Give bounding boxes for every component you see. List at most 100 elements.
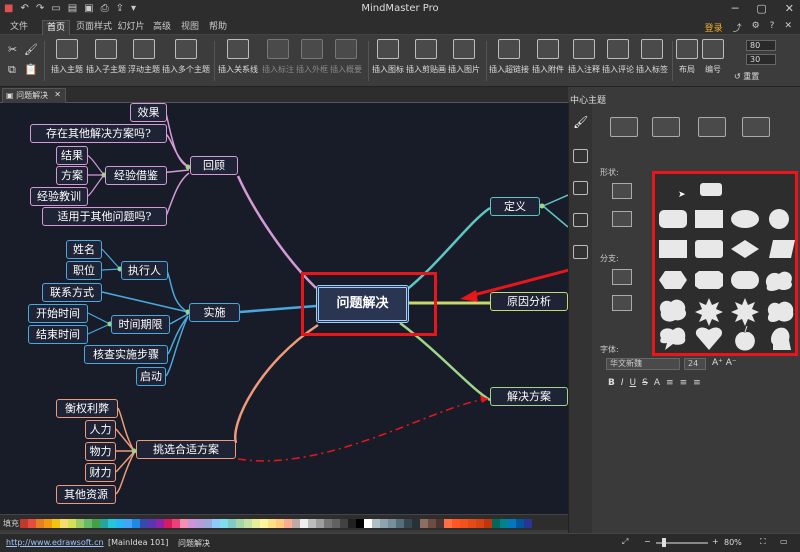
color-swatch[interactable] [20,519,28,528]
color-swatch[interactable] [348,519,356,528]
color-swatches[interactable] [20,519,532,528]
color-swatch[interactable] [364,519,372,528]
color-swatch[interactable] [244,519,252,528]
paste-icon[interactable]: 📋 [24,63,38,76]
color-swatch[interactable] [196,519,204,528]
color-swatch[interactable] [172,519,180,528]
node-launch[interactable]: 启动 [136,367,166,386]
floating-topic-button[interactable]: 浮动主题 [126,39,162,75]
font-family-select[interactable]: 华文新魏 [606,358,680,370]
color-swatch[interactable] [220,519,228,528]
color-swatch[interactable] [204,519,212,528]
spacing-vertical-input[interactable]: 30 [746,54,776,65]
menu-advanced[interactable]: 高级 [150,20,174,35]
shape-options[interactable] [655,174,795,353]
color-swatch[interactable] [252,519,260,528]
insert-image-button[interactable]: 插入图片 [446,39,482,75]
menu-slides[interactable]: 幻灯片 [116,20,146,35]
color-swatch[interactable] [484,519,492,528]
clipart-panel-icon[interactable] [573,181,588,195]
fit-page-icon[interactable]: ⤢ [622,537,628,547]
menu-page-style[interactable]: 页面样式 [74,20,114,35]
color-swatch[interactable] [468,519,476,528]
node-executor[interactable]: 执行人 [121,261,168,280]
node-lessons-learned[interactable]: 经验教训 [30,187,88,206]
color-swatch[interactable] [180,519,188,528]
insert-boundary-button[interactable]: 插入外框 [294,39,330,75]
insert-note-button[interactable]: 插入注释 [566,39,602,75]
color-swatch[interactable] [44,519,52,528]
layout-button[interactable]: 布局 [674,39,700,75]
insert-summary-button[interactable]: 插入概要 [328,39,364,75]
gear-icon[interactable]: ⚙ [752,21,760,34]
color-swatch[interactable] [340,519,348,528]
insert-subtopic-button[interactable]: 插入子主题 [84,39,128,75]
color-swatch[interactable] [316,519,324,528]
menu-file[interactable]: 文件 [6,20,32,35]
website-link[interactable]: http://www.edrawsoft.cn [6,538,104,547]
node-applicable-other[interactable]: 适用于其他问题吗? [42,207,167,226]
color-swatch[interactable] [444,519,452,528]
color-swatch[interactable] [92,519,100,528]
node-time-limit[interactable]: 时间期限 [111,315,170,334]
color-swatch[interactable] [60,519,68,528]
color-swatch[interactable] [516,519,524,528]
document-tab[interactable]: ▣ 问题解决 ✕ [2,88,66,103]
color-swatch[interactable] [308,519,316,528]
node-review[interactable]: 回顾 [190,156,238,175]
color-swatch[interactable] [492,519,500,528]
color-swatch[interactable] [76,519,84,528]
insert-callout-button[interactable]: 插入标注 [260,39,296,75]
bold-icon[interactable]: B [608,378,615,388]
layout-option-4-icon[interactable] [742,117,770,137]
layout-option-2-icon[interactable] [652,117,680,137]
color-swatch[interactable] [236,519,244,528]
insert-icon-button[interactable]: 插入图标 [370,39,406,75]
branch-style-icon[interactable] [612,269,632,285]
font-size-select[interactable]: 24 [684,358,706,370]
maximize-icon[interactable]: ▢ [756,2,766,15]
insert-attachment-button[interactable]: 插入附件 [530,39,566,75]
color-swatch[interactable] [124,519,132,528]
close-icon[interactable]: ✕ [785,2,794,15]
node-finance[interactable]: 财力 [85,463,116,482]
color-swatch[interactable] [420,519,428,528]
node-choose-solution[interactable]: 挑选合适方案 [136,440,236,459]
color-swatch[interactable] [412,519,420,528]
node-result[interactable]: 结果 [56,146,88,165]
color-swatch[interactable] [132,519,140,528]
node-manpower[interactable]: 人力 [85,420,116,439]
zoom-out-icon[interactable]: − [644,537,651,546]
insert-relationship-button[interactable]: 插入关系线 [216,39,260,75]
underline-icon[interactable]: U [630,378,637,388]
color-swatch[interactable] [404,519,412,528]
color-swatch[interactable] [324,519,332,528]
color-swatch[interactable] [100,519,108,528]
color-swatch[interactable] [228,519,236,528]
zoom-slider[interactable] [656,538,708,547]
color-swatch[interactable] [380,519,388,528]
color-swatch[interactable] [108,519,116,528]
color-swatch[interactable] [28,519,36,528]
node-effect[interactable]: 效果 [130,103,167,122]
color-swatch[interactable] [292,519,300,528]
zoom-in-icon[interactable]: + [712,537,719,546]
login-link[interactable]: 登录 [705,21,723,34]
color-swatch[interactable] [524,519,532,528]
strike-icon[interactable]: S [642,378,648,388]
task-panel-icon[interactable] [573,213,588,227]
color-swatch[interactable] [276,519,284,528]
insert-tag-button[interactable]: 插入标签 [634,39,670,75]
share-icon[interactable]: ⤴ [733,21,742,34]
style-panel-icon[interactable]: 🖌 [573,115,588,129]
color-swatch[interactable] [476,519,484,528]
color-swatch[interactable] [268,519,276,528]
fill-color-icon[interactable] [612,183,632,199]
view-mode-icon[interactable]: ▭ [780,537,788,546]
align-center-icon[interactable]: ≡ [680,378,688,388]
font-color-icon[interactable]: A [654,378,660,388]
color-swatch[interactable] [140,519,148,528]
color-swatch[interactable] [356,519,364,528]
close-panel-icon[interactable]: ✕ [784,21,792,34]
insert-comment-button[interactable]: 插入评论 [600,39,636,75]
